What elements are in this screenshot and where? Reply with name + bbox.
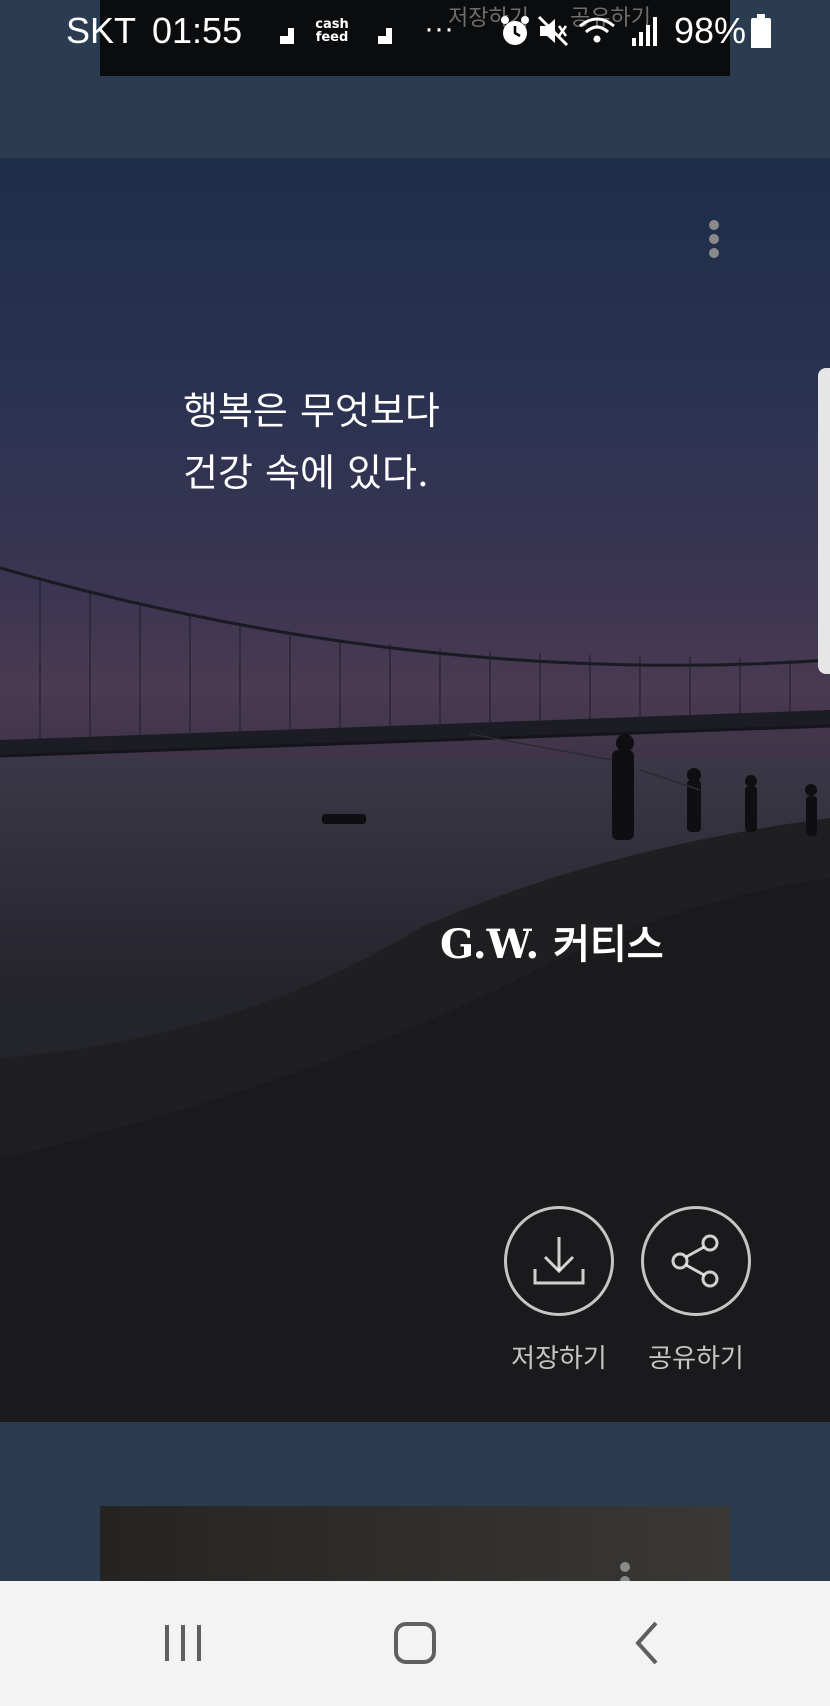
quote-line-1: 행복은 무엇보다 <box>183 389 440 433</box>
next-card[interactable] <box>100 1506 730 1586</box>
signal-icon <box>632 17 657 46</box>
quote-author: G.W. 커티스 <box>440 921 664 968</box>
mute-icon <box>537 15 569 47</box>
carrier-label: SKT <box>66 10 137 51</box>
recent-apps-icon <box>165 1625 201 1661</box>
stairs-icon <box>270 28 294 44</box>
quote-line-2: 건강 속에 있다. <box>183 451 429 495</box>
share-label: 공유하기 <box>648 1344 744 1374</box>
share-button[interactable]: 공유하기 <box>641 1206 751 1375</box>
save-label: 저장하기 <box>511 1344 607 1374</box>
home-button[interactable] <box>375 1611 455 1675</box>
cashfeed-icon-bottom: feed <box>315 30 349 45</box>
status-bar: SKT 01:55 cash feed ··· 98% <box>0 0 830 62</box>
more-vertical-icon[interactable] <box>702 220 726 272</box>
alarm-icon <box>501 16 529 45</box>
stairs-icon <box>368 28 392 44</box>
share-icon <box>671 1234 719 1288</box>
edge-panel-handle[interactable] <box>818 368 830 674</box>
back-icon <box>635 1621 658 1665</box>
quote-card[interactable]: 행복은 무엇보다 건강 속에 있다. G.W. 커티스 저장하기 공유하기 <box>0 158 830 1422</box>
navigation-bar <box>0 1581 830 1706</box>
battery-icon <box>751 14 771 48</box>
home-icon <box>394 1622 436 1664</box>
save-button-circle[interactable] <box>504 1206 614 1316</box>
back-button[interactable] <box>608 1611 688 1675</box>
recent-apps-button[interactable] <box>143 1611 223 1675</box>
share-button-circle[interactable] <box>641 1206 751 1316</box>
battery-percentage: 98% <box>674 10 747 51</box>
save-button[interactable]: 저장하기 <box>504 1206 614 1375</box>
quote-text: 행복은 무엇보다 건강 속에 있다. <box>183 380 440 504</box>
more-dots-icon: ··· <box>424 12 454 45</box>
wifi-icon <box>579 17 615 43</box>
cashfeed-icon: cash feed <box>312 18 352 52</box>
clock: 01:55 <box>152 10 243 51</box>
download-icon <box>533 1237 585 1285</box>
